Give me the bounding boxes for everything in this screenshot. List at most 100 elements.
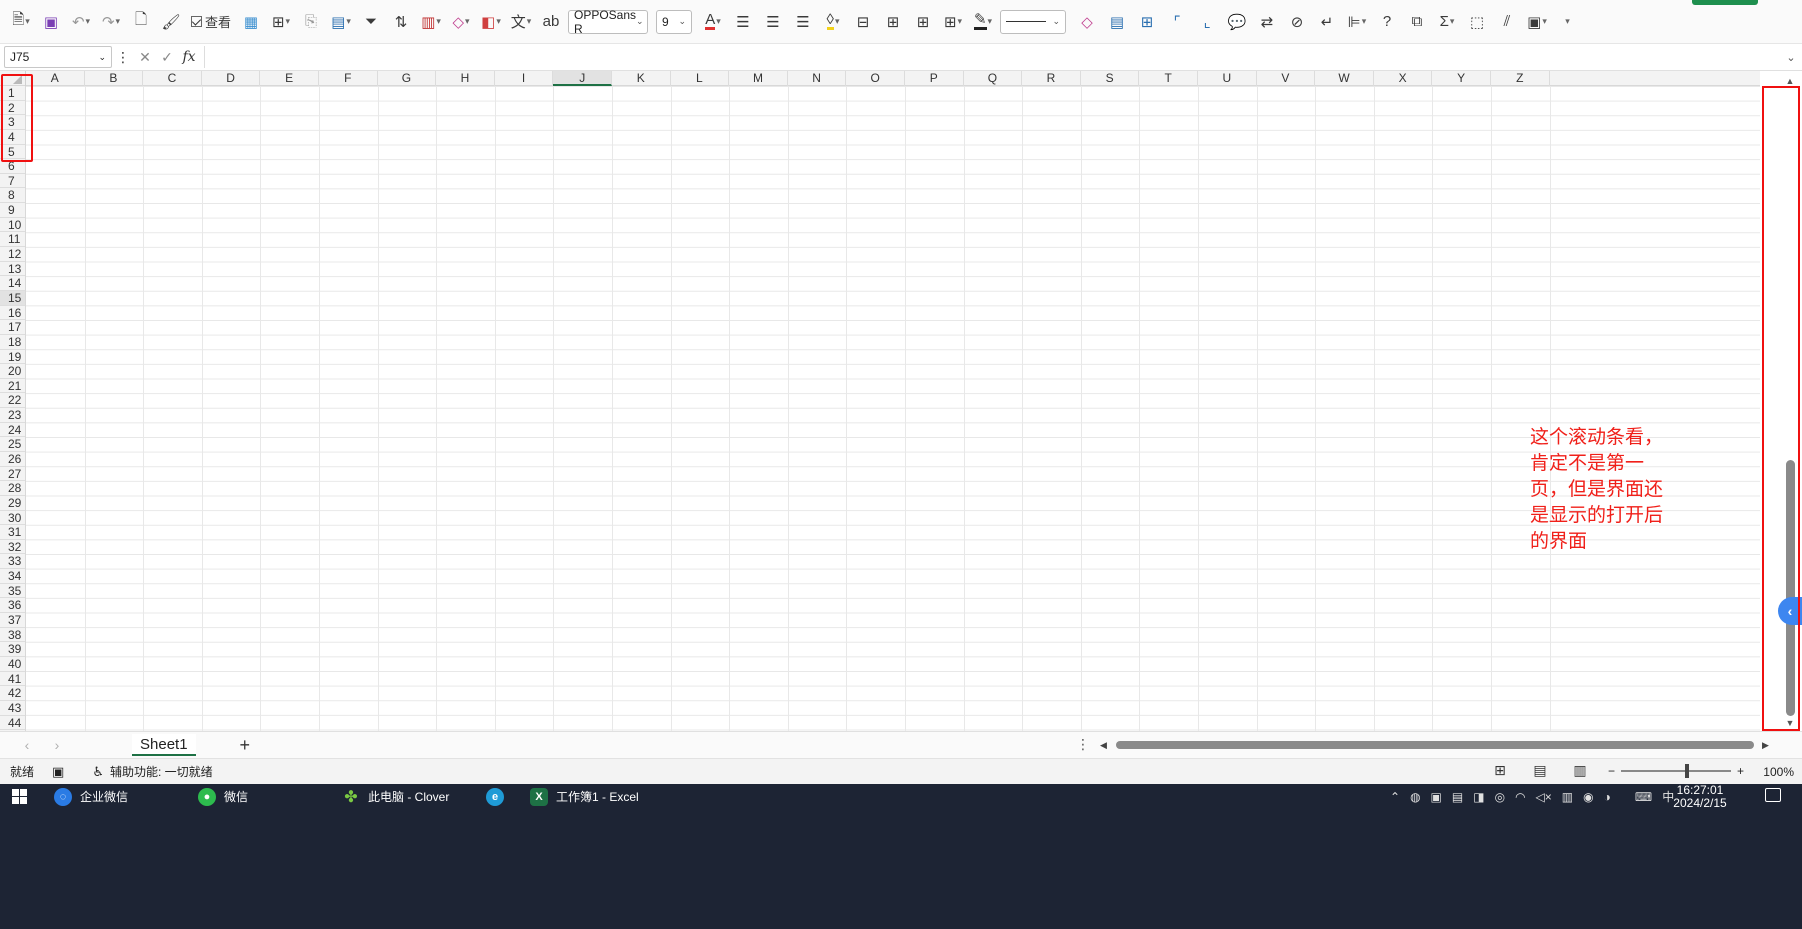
zoom-out-button[interactable]: −	[1608, 764, 1615, 778]
format-painter-icon[interactable]: 🖌	[158, 7, 184, 37]
row-header-cell[interactable]: 35	[0, 584, 25, 599]
tray-app-icon[interactable]: ◑	[1604, 790, 1611, 804]
copy-icon[interactable]: ⎘	[298, 7, 324, 37]
copy-format-icon[interactable]: ⧉	[1404, 7, 1430, 37]
view-checkbox[interactable]: 查看	[188, 7, 234, 37]
tray-app-icon[interactable]: ▣	[1431, 790, 1442, 804]
column-header-cell[interactable]: O	[846, 71, 905, 86]
formula-input[interactable]	[204, 46, 1774, 68]
windows-start-icon[interactable]	[12, 789, 28, 805]
column-header-cell[interactable]: Y	[1432, 71, 1491, 86]
column-header-cell[interactable]: P	[905, 71, 964, 86]
align-left-icon[interactable]: ☰	[730, 7, 756, 37]
name-box[interactable]: J75 ⌄	[4, 46, 112, 68]
grid-icon[interactable]: ⊞	[1134, 7, 1160, 37]
column-header-cell[interactable]: B	[85, 71, 144, 86]
row-header-cell[interactable]: 13	[0, 262, 25, 277]
tray-app-icon[interactable]: ◎	[1495, 790, 1505, 804]
sum-icon[interactable]: Σ ▾	[1434, 7, 1460, 37]
chart-icon[interactable]: ⫽	[1494, 7, 1520, 37]
column-header-cell[interactable]: I	[495, 71, 554, 86]
row-header-cell[interactable]: 44	[0, 716, 25, 731]
cell-grid[interactable]	[26, 86, 1760, 731]
column-header-cell[interactable]: R	[1022, 71, 1081, 86]
row-header-cell[interactable]: 23	[0, 408, 25, 423]
font-size-select[interactable]: 9 ⌄	[656, 9, 692, 34]
accessibility-status[interactable]: ♿ 辅助功能: 一切就绪	[92, 763, 212, 780]
fill-color-icon[interactable]: ◧ ▾	[478, 7, 504, 37]
column-header-cell[interactable]: K	[612, 71, 671, 86]
tray-expand-icon[interactable]: ⌃	[1390, 790, 1400, 804]
zoom-slider[interactable]	[1621, 764, 1732, 778]
tray-app-icon[interactable]: ◨	[1473, 790, 1484, 804]
next-sheet-icon[interactable]: ›	[42, 737, 72, 753]
taskbar-app-excel[interactable]: X 工作簿1 - Excel	[530, 784, 639, 809]
merge-cells-icon[interactable]: ⊟	[850, 7, 876, 37]
row-header-cell[interactable]: 10	[0, 218, 25, 233]
row-header-cell[interactable]: 22	[0, 393, 25, 409]
row-header-cell[interactable]: 7	[0, 174, 25, 189]
print-preview-icon[interactable]: 🗋	[128, 7, 154, 37]
row-header-cell[interactable]: 28	[0, 481, 25, 496]
tabs-menu-icon[interactable]: ⋮	[1076, 736, 1090, 753]
page-layout-view-icon[interactable]: ▤	[1520, 762, 1560, 779]
align-center-icon[interactable]: ☰	[760, 7, 786, 37]
keyboard-icon[interactable]: ⌨	[1635, 790, 1652, 804]
more-options-icon[interactable]: ⋮	[112, 49, 134, 66]
column-header-cell[interactable]: N	[788, 71, 847, 86]
font-color-icon[interactable]: A ▾	[700, 7, 726, 37]
column-header-cell[interactable]: L	[671, 71, 730, 86]
undo-icon[interactable]: ↶ ▾	[68, 7, 94, 37]
save-icon[interactable]: ▣	[38, 7, 64, 37]
horizontal-scrollbar[interactable]: ◀ ▶	[1100, 740, 1770, 750]
column-header-cell[interactable]: H	[436, 71, 495, 86]
column-header-cell[interactable]: S	[1081, 71, 1140, 86]
prev-sheet-icon[interactable]: ‹	[12, 737, 42, 753]
remove-duplicates-icon[interactable]: ⊘	[1284, 7, 1310, 37]
table-insert-icon[interactable]: ▤ ▾	[328, 7, 354, 37]
zoom-slider-knob[interactable]	[1685, 764, 1690, 778]
filter-icon[interactable]: ⏷	[358, 7, 384, 37]
add-sheet-button[interactable]: +	[240, 735, 251, 756]
notification-icon[interactable]	[1765, 788, 1781, 802]
taskbar-app-wechat[interactable]: ● 微信	[198, 784, 248, 809]
sheet-tab-sheet1[interactable]: Sheet1	[132, 734, 196, 756]
line-style-select[interactable]: ⌄	[1000, 9, 1066, 34]
row-header-cell[interactable]: 9	[0, 203, 25, 218]
zoom-in-button[interactable]: +	[1737, 764, 1744, 778]
row-header-cell[interactable]: 40	[0, 657, 25, 672]
comment-icon[interactable]: 💬	[1224, 7, 1250, 37]
spell-check-icon[interactable]: ab	[538, 7, 564, 37]
border-style-icon[interactable]: ⊞ ▾	[940, 7, 966, 37]
column-header-cell[interactable]: Z	[1491, 71, 1550, 86]
translate-icon[interactable]: 文 ▾	[508, 7, 534, 37]
row-header-cell[interactable]: 20	[0, 364, 25, 379]
row-header-cell[interactable]: 11	[0, 232, 25, 248]
cell-style-icon[interactable]: ▦	[238, 7, 264, 37]
row-header-cell[interactable]: 12	[0, 247, 25, 262]
tray-app-icon[interactable]: ◉	[1583, 790, 1593, 804]
column-header-cell[interactable]: C	[143, 71, 202, 86]
column-header-cell[interactable]: T	[1139, 71, 1198, 86]
column-header-cell[interactable]: E	[260, 71, 319, 86]
column-header-cell[interactable]: J	[553, 71, 612, 86]
row-header-cell[interactable]: 42	[0, 686, 25, 701]
row-header-cell[interactable]: 39	[0, 642, 25, 657]
column-header-cell[interactable]: F	[319, 71, 378, 86]
all-borders-icon[interactable]: ⊞	[910, 7, 936, 37]
form-icon[interactable]: ▣ ▾	[1524, 7, 1550, 37]
zoom-value[interactable]: 100%	[1763, 765, 1794, 779]
clock[interactable]: 16:27:01 2024/2/15	[1670, 784, 1730, 810]
format-menu-icon[interactable]: 🗎 ▾	[8, 7, 34, 37]
row-header-cell[interactable]: 30	[0, 511, 25, 526]
row-header-cell[interactable]: 33	[0, 554, 25, 570]
column-header-cell[interactable]: X	[1374, 71, 1433, 86]
row-header-cell[interactable]: 19	[0, 350, 25, 365]
normal-view-icon[interactable]: ⊞	[1480, 762, 1520, 779]
scroll-right-icon[interactable]: ▶	[1762, 740, 1769, 750]
clear-icon[interactable]: ◇ ▾	[448, 7, 474, 37]
borders-icon[interactable]: ⊞	[880, 7, 906, 37]
line-color-icon[interactable]: ✎ ▾	[970, 7, 996, 37]
wifi-icon[interactable]: ◠	[1515, 790, 1525, 804]
row-header-cell[interactable]: 16	[0, 306, 25, 321]
